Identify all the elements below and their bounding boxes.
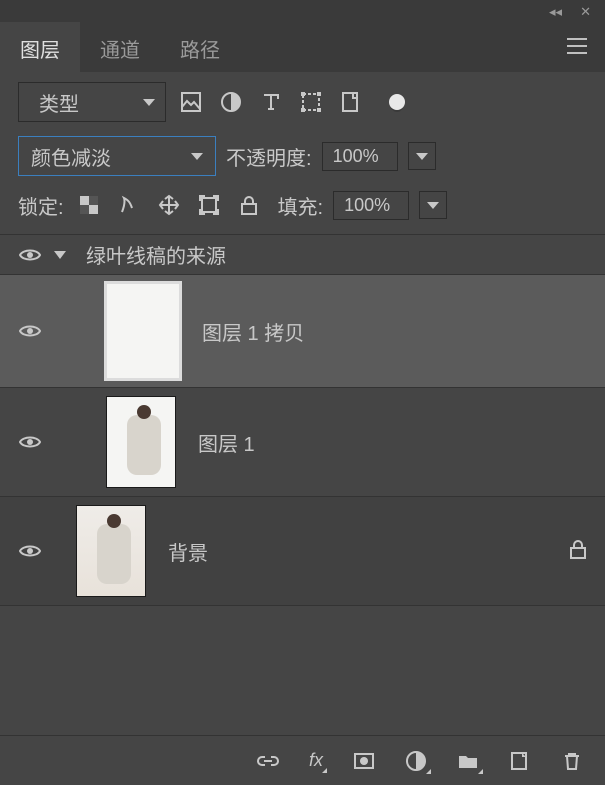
visibility-toggle[interactable] bbox=[6, 434, 54, 450]
tab-paths[interactable]: 路径 bbox=[160, 22, 240, 75]
layer-row[interactable]: 图层 1 拷贝 bbox=[0, 275, 605, 388]
blend-mode-select[interactable]: 颜色减淡 bbox=[18, 136, 216, 176]
chevron-down-icon bbox=[191, 153, 203, 160]
group-icon[interactable] bbox=[457, 750, 479, 772]
collapse-group-icon[interactable] bbox=[54, 251, 66, 259]
layer-group-row[interactable]: 绿叶线稿的来源 bbox=[0, 235, 605, 275]
layers-list: 绿叶线稿的来源 图层 1 拷贝 图层 1 背景 bbox=[0, 234, 605, 735]
pixel-filter-icon[interactable] bbox=[176, 87, 206, 117]
fill-label: 填充: bbox=[278, 191, 324, 220]
layer-row-background[interactable]: 背景 bbox=[0, 497, 605, 606]
opacity-value[interactable]: 100% bbox=[322, 142, 398, 171]
chevron-down-icon bbox=[416, 153, 428, 160]
layer-thumbnail[interactable] bbox=[76, 505, 146, 597]
layers-panel: ◂◂ ✕ 图层 通道 路径 类型 bbox=[0, 0, 605, 785]
chevron-down-icon bbox=[143, 99, 155, 106]
link-icon[interactable] bbox=[257, 750, 279, 772]
layer-thumbnail[interactable] bbox=[106, 396, 176, 488]
adjustment-filter-icon[interactable] bbox=[216, 87, 246, 117]
tab-layers[interactable]: 图层 bbox=[0, 22, 80, 75]
panel-tabs: 图层 通道 路径 bbox=[0, 24, 605, 72]
toggle-filter-icon[interactable] bbox=[382, 87, 412, 117]
type-filter-icon[interactable] bbox=[256, 87, 286, 117]
layer-name[interactable]: 绿叶线稿的来源 bbox=[86, 240, 226, 269]
mask-icon[interactable] bbox=[353, 750, 375, 772]
layer-name[interactable]: 图层 1 拷贝 bbox=[202, 317, 304, 346]
new-layer-icon[interactable] bbox=[509, 750, 531, 772]
opacity-label: 不透明度: bbox=[226, 142, 312, 171]
layers-bottom-toolbar: fx bbox=[0, 735, 605, 785]
trash-icon[interactable] bbox=[561, 750, 583, 772]
panel-menu-icon[interactable] bbox=[549, 38, 605, 59]
layer-name[interactable]: 背景 bbox=[168, 537, 208, 566]
lock-position-icon[interactable] bbox=[154, 190, 184, 220]
layer-name[interactable]: 图层 1 bbox=[198, 428, 255, 457]
lock-transparent-icon[interactable] bbox=[74, 190, 104, 220]
layer-thumbnail[interactable] bbox=[106, 283, 180, 379]
adjustment-icon[interactable] bbox=[405, 750, 427, 772]
lock-icon bbox=[569, 539, 605, 564]
panel-titlebar: ◂◂ ✕ bbox=[0, 0, 605, 24]
shape-filter-icon[interactable] bbox=[296, 87, 326, 117]
fill-value[interactable]: 100% bbox=[333, 191, 409, 220]
layer-row[interactable]: 图层 1 bbox=[0, 388, 605, 497]
close-panel-icon[interactable]: ✕ bbox=[580, 4, 591, 20]
visibility-toggle[interactable] bbox=[6, 543, 54, 559]
visibility-toggle[interactable] bbox=[6, 247, 54, 263]
blend-mode-value: 颜色减淡 bbox=[31, 142, 111, 171]
collapse-panel-icon[interactable]: ◂◂ bbox=[549, 4, 562, 20]
fill-slider-toggle[interactable] bbox=[419, 191, 447, 219]
opacity-slider-toggle[interactable] bbox=[408, 142, 436, 170]
fx-icon[interactable]: fx bbox=[309, 750, 323, 771]
lock-label: 锁定: bbox=[18, 191, 64, 220]
filter-type-label: 类型 bbox=[39, 88, 79, 117]
tab-channels[interactable]: 通道 bbox=[80, 22, 160, 75]
smart-filter-icon[interactable] bbox=[336, 87, 366, 117]
lock-artboard-icon[interactable] bbox=[194, 190, 224, 220]
lock-image-icon[interactable] bbox=[114, 190, 144, 220]
layer-controls: 类型 颜色减淡 bbox=[0, 72, 605, 234]
chevron-down-icon bbox=[427, 202, 439, 209]
lock-all-icon[interactable] bbox=[234, 190, 264, 220]
filter-type-select[interactable]: 类型 bbox=[18, 82, 166, 122]
visibility-toggle[interactable] bbox=[6, 323, 54, 339]
